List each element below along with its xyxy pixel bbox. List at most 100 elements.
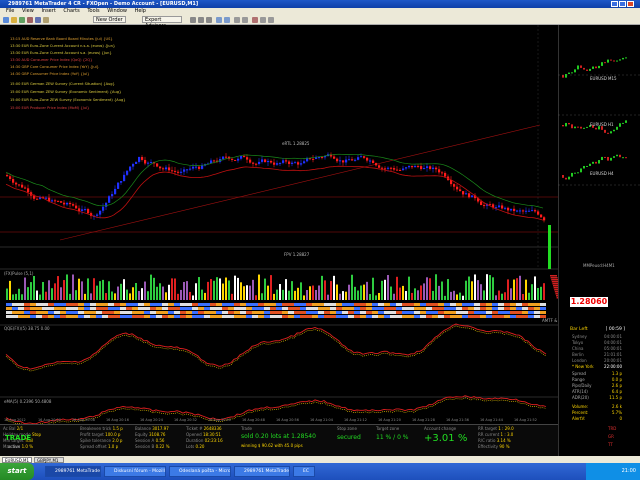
- heat-cell: [276, 307, 282, 310]
- histogram-bar: [405, 291, 407, 300]
- candle-body: [333, 156, 336, 159]
- candle-body: [174, 170, 177, 172]
- task-outlook[interactable]: Odeslaná pošta - Micros...: [169, 466, 231, 477]
- menu-tools[interactable]: Tools: [87, 8, 99, 14]
- terminal-icon[interactable]: [35, 17, 41, 23]
- volume-value: 0: [619, 416, 622, 421]
- candle-body: [537, 211, 540, 215]
- heat-cell: [84, 303, 90, 306]
- x-tick-label: 16 Aug 21:28: [412, 418, 435, 422]
- histogram-bar: [240, 282, 242, 300]
- candle-body: [381, 167, 384, 169]
- heat-cell: [108, 311, 114, 314]
- trade-col2-row: Spike tolerance 2.0 p: [80, 438, 122, 443]
- candle-body: [297, 162, 300, 165]
- histogram-bar: [141, 288, 143, 300]
- heat-cell: [438, 307, 444, 310]
- heat-cell: [66, 315, 72, 318]
- templates-icon[interactable]: [268, 17, 274, 23]
- candle-body: [72, 204, 75, 206]
- menu-charts[interactable]: Charts: [63, 8, 79, 14]
- histogram-bar: [396, 276, 398, 300]
- mini-candle: [565, 177, 567, 180]
- histogram-bar: [279, 284, 281, 300]
- session-row: Sydney 04:00:01: [572, 334, 622, 339]
- histogram-bar: [441, 281, 443, 300]
- open-icon[interactable]: [11, 17, 17, 23]
- stat-row: Range 0.0 p: [572, 377, 622, 382]
- stat-name: Spread: [572, 371, 587, 376]
- heat-cell: [174, 311, 180, 314]
- candle-body: [195, 166, 198, 168]
- heat-cell: [216, 307, 222, 310]
- heat-cell: [72, 315, 78, 318]
- minimize-button[interactable]: [611, 1, 618, 7]
- mini-candle: [568, 72, 570, 74]
- autoscroll-icon[interactable]: [234, 17, 240, 23]
- heat-cell: [18, 315, 24, 318]
- candle-body: [363, 156, 366, 158]
- zoom-in-icon[interactable]: [216, 17, 222, 23]
- news-item: 13:30 EUR Euro-Zone Current Account n.s.…: [10, 44, 116, 48]
- expert-advisors-button[interactable]: Expert Advisors: [142, 16, 182, 29]
- heat-cell: [516, 311, 522, 314]
- heat-cell: [210, 315, 216, 318]
- oscillator-1: [5, 323, 547, 372]
- task-metatrader-2[interactable]: 2989761 MetaTrader ...: [234, 466, 290, 477]
- candle-body: [9, 176, 12, 179]
- heat-cell: [366, 311, 372, 314]
- candle-body: [303, 161, 306, 164]
- close-button[interactable]: [627, 1, 634, 7]
- candle-body: [510, 208, 513, 211]
- candle-body: [351, 159, 354, 161]
- tag-gr: GR: [608, 434, 614, 439]
- histogram-bar: [513, 279, 515, 300]
- menu-help[interactable]: Help: [135, 8, 146, 14]
- candle-body: [357, 157, 360, 160]
- bar-chart-icon[interactable]: [190, 17, 196, 23]
- menu-file[interactable]: File: [6, 8, 14, 14]
- new-chart-icon[interactable]: [3, 17, 9, 23]
- news-item: 13:30 EUR Euro-Zone Current Account s.a.…: [10, 51, 112, 55]
- task-mozilla[interactable]: Diskusní fórum - Mozilla F...: [104, 466, 166, 477]
- heat-cell: [150, 315, 156, 318]
- task-metatrader[interactable]: 2989761 MetaTrader ...: [45, 466, 101, 477]
- candles: [6, 152, 546, 223]
- account-change-label: Account change: [424, 426, 457, 431]
- histogram-bar: [417, 290, 419, 300]
- oscillator-signal: [5, 325, 547, 372]
- market-watch-icon[interactable]: [19, 17, 25, 23]
- start-button[interactable]: start: [0, 463, 34, 480]
- chart-shift-icon[interactable]: [242, 17, 248, 23]
- session-name: Berlin: [572, 352, 584, 357]
- periods-icon[interactable]: [260, 17, 266, 23]
- histogram-bar: [69, 293, 71, 300]
- mini-candle: [577, 65, 579, 70]
- heat-cell: [24, 303, 30, 306]
- line-chart-icon[interactable]: [206, 17, 212, 23]
- heat-cell: [72, 303, 78, 306]
- candle-body: [516, 210, 519, 212]
- zoom-out-icon[interactable]: [224, 17, 230, 23]
- candle-body: [270, 160, 273, 163]
- navigator-icon[interactable]: [27, 17, 33, 23]
- mini-candle: [592, 66, 594, 69]
- strategy-tester-icon[interactable]: [43, 17, 49, 23]
- histogram-bar: [375, 295, 377, 300]
- candle-body: [321, 156, 324, 158]
- task-ec[interactable]: EC: [293, 466, 315, 477]
- menu-view[interactable]: View: [22, 8, 34, 14]
- candlestick-icon[interactable]: [198, 17, 204, 23]
- indicators-icon[interactable]: [252, 17, 258, 23]
- heat-cell: [114, 307, 120, 310]
- mini-candle: [613, 156, 615, 158]
- candle-body: [84, 209, 87, 211]
- new-order-label: New Order: [96, 17, 123, 23]
- menu-insert[interactable]: Insert: [41, 8, 55, 14]
- maximize-button[interactable]: [619, 1, 626, 7]
- histogram-bar: [45, 291, 47, 300]
- candle-body: [18, 184, 21, 186]
- menu-window[interactable]: Window: [107, 8, 127, 14]
- new-order-button[interactable]: New Order: [93, 16, 126, 23]
- ertl-label: eRTL 1.28825: [282, 141, 310, 146]
